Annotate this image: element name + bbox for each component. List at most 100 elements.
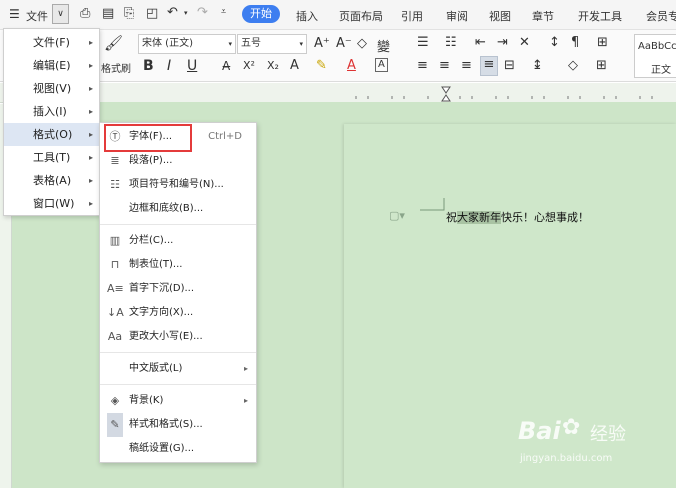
menu-item-label: 段落(P)... — [129, 155, 173, 166]
menu-item-insert[interactable]: 插入(I) ▸ — [4, 100, 99, 123]
print-preview-icon[interactable]: ◰ — [146, 6, 158, 21]
align-right-icon[interactable]: ≡ — [461, 58, 472, 73]
file-menu: 文件(F) ▸ 编辑(E) ▸ 视图(V) ▸ 插入(I) ▸ 格式(O) ▸ 工具(T)… — [3, 28, 100, 216]
menu-item-change-case[interactable]: Aa 更改大小写(E)... — [100, 325, 256, 349]
bold-button[interactable]: B — [143, 58, 154, 74]
menu-item-edit[interactable]: 编辑(E) ▸ — [4, 54, 99, 77]
italic-button[interactable]: I — [167, 58, 171, 74]
table-tools-icon[interactable]: ⊞ — [597, 35, 608, 50]
menu-item-view[interactable]: 视图(V) ▸ — [4, 77, 99, 100]
shrink-font-icon[interactable]: A⁻ — [336, 36, 352, 51]
file-menu-button[interactable]: 文件 — [26, 8, 48, 24]
undo-icon[interactable]: ↶ — [167, 5, 178, 20]
tab-member[interactable]: 会员专 — [646, 8, 676, 24]
style-gallery-item[interactable]: AaBbCc 正文 — [634, 34, 676, 78]
text-effect-icon[interactable]: A — [290, 58, 299, 73]
hamburger-icon[interactable]: ☰ — [9, 7, 20, 21]
indent-marker-icon[interactable] — [441, 86, 451, 102]
numbering-icon[interactable]: ☷ — [445, 35, 457, 50]
strikethrough-icon[interactable]: A̶ — [222, 59, 230, 73]
justify-icon[interactable]: ≡ — [480, 56, 498, 76]
redo-icon[interactable]: ↷ — [197, 5, 208, 20]
underline-button[interactable]: U — [187, 58, 197, 74]
home-ribbon: 格式刷 🖌 宋体 (正文) ▾ 五号 ▾ A⁺ A⁻ ◇ 變 B I U A̶ X²… — [0, 30, 676, 82]
bullets-icon[interactable]: ☰ — [417, 35, 429, 50]
styles-icon: ✎ — [107, 413, 123, 437]
tab-chapter[interactable]: 章节 — [532, 8, 554, 24]
line-spacing-icon[interactable]: ↨ — [532, 58, 543, 73]
file-dropdown-arrow-icon[interactable]: ∨ — [52, 4, 69, 24]
chevron-right-icon: ▸ — [88, 153, 93, 162]
borders-icon[interactable]: ⊞ — [596, 58, 607, 73]
show-marks-icon[interactable]: ¶ — [571, 35, 579, 50]
menu-item-styles[interactable]: ✎ 样式和格式(S)... — [100, 413, 256, 437]
menu-item-text-direction[interactable]: ↓A 文字方向(X)... — [100, 301, 256, 325]
grow-font-icon[interactable]: A⁺ — [314, 36, 330, 51]
menu-item-dropcap[interactable]: A≡ 首字下沉(D)... — [100, 277, 256, 301]
menu-item-window[interactable]: 窗口(W) ▸ — [4, 192, 99, 215]
chevron-down-icon: ▾ — [228, 40, 232, 48]
chevron-right-icon: ▸ — [88, 107, 93, 116]
format-painter-label[interactable]: 格式刷 — [101, 60, 131, 75]
align-center-icon[interactable]: ≡ — [439, 58, 450, 73]
menu-item-columns[interactable]: ▥ 分栏(C)... — [100, 229, 256, 253]
highlight-icon[interactable]: ✎ — [316, 58, 327, 73]
menu-item-label: 首字下沉(D)... — [129, 283, 195, 294]
paragraph-handle-icon[interactable]: ▢▾ — [389, 209, 405, 222]
menu-divider — [100, 352, 256, 353]
menu-item-tools[interactable]: 工具(T) ▸ — [4, 146, 99, 169]
phonetic-guide-icon[interactable]: 變 — [377, 36, 390, 55]
customize-toolbar-icon[interactable]: ⩡ — [221, 7, 226, 17]
shading-icon[interactable]: ◇ — [568, 58, 578, 73]
increase-indent-icon[interactable]: ⇥ — [497, 35, 508, 50]
menu-item-chinese-layout[interactable]: 中文版式(L) ▸ — [100, 357, 256, 381]
document-text[interactable]: 祝大家新年快乐！心想事成！ — [446, 209, 589, 225]
menu-item-label: 文件(F) — [33, 36, 70, 49]
font-color-icon[interactable]: A — [347, 58, 356, 73]
format-painter-icon[interactable]: 🖌 — [104, 34, 123, 52]
paw-icon: ✿ — [562, 415, 581, 440]
menu-item-borders[interactable]: 边框和底纹(B)... — [100, 197, 256, 221]
tab-references[interactable]: 引用 — [401, 8, 423, 24]
menu-item-format[interactable]: 格式(O) ▸ — [4, 123, 99, 146]
horizontal-ruler[interactable] — [350, 84, 676, 102]
sort-icon[interactable]: ↕ — [549, 35, 560, 50]
menu-item-label: 窗口(W) — [33, 197, 75, 210]
tab-insert[interactable]: 插入 — [296, 8, 318, 24]
watermark-url: jingyan.baidu.com — [520, 453, 613, 464]
print-icon[interactable]: ⎘ — [124, 6, 134, 21]
chinese-layout-icon[interactable]: ✕ — [519, 35, 530, 50]
menu-item-bullets[interactable]: ☷ 项目符号和编号(N)... — [100, 173, 256, 197]
tab-page-layout[interactable]: 页面布局 — [339, 8, 383, 24]
subscript-button[interactable]: X₂ — [267, 59, 279, 72]
distribute-icon[interactable]: ⊟ — [504, 58, 515, 73]
undo-dropdown-icon[interactable]: ▾ — [184, 9, 188, 17]
menu-item-file[interactable]: 文件(F) ▸ — [4, 31, 99, 54]
menu-item-background[interactable]: ◈ 背景(K) ▸ — [100, 389, 256, 413]
menu-item-label: 背景(K) — [129, 395, 164, 406]
change-case-icon: Aa — [107, 330, 123, 343]
export-pdf-icon[interactable]: ▤ — [102, 6, 114, 21]
tab-developer[interactable]: 开发工具 — [578, 8, 622, 24]
tab-view[interactable]: 视图 — [489, 8, 511, 24]
clear-format-icon[interactable]: ◇ — [357, 36, 367, 51]
format-submenu: Ⓣ 字体(F)... Ctrl+D ≣ 段落(P)... ☷ 项目符号和编号(N)...… — [99, 122, 257, 463]
menu-item-tabs[interactable]: ⊓ 制表位(T)... — [100, 253, 256, 277]
char-border-icon[interactable]: A — [375, 58, 388, 72]
list-icon: ☷ — [110, 178, 120, 191]
tab-review[interactable]: 审阅 — [446, 8, 468, 24]
menu-item-label: 样式和格式(S)... — [129, 419, 203, 430]
font-name-select[interactable]: 宋体 (正文) ▾ — [138, 34, 236, 54]
save-icon[interactable]: ⎙ — [80, 6, 90, 21]
decrease-indent-icon[interactable]: ⇤ — [475, 35, 486, 50]
menu-item-label: 表格(A) — [33, 174, 72, 187]
chevron-right-icon: ▸ — [88, 130, 93, 139]
menu-item-table[interactable]: 表格(A) ▸ — [4, 169, 99, 192]
menu-item-label: 插入(I) — [33, 105, 67, 118]
menu-item-manuscript[interactable]: 稿纸设置(G)... — [100, 437, 256, 461]
align-left-icon[interactable]: ≡ — [417, 58, 428, 73]
superscript-button[interactable]: X² — [243, 59, 255, 72]
font-size-select[interactable]: 五号 ▾ — [237, 34, 307, 54]
menu-item-paragraph[interactable]: ≣ 段落(P)... — [100, 149, 256, 173]
tab-home[interactable]: 开始 — [242, 5, 280, 23]
